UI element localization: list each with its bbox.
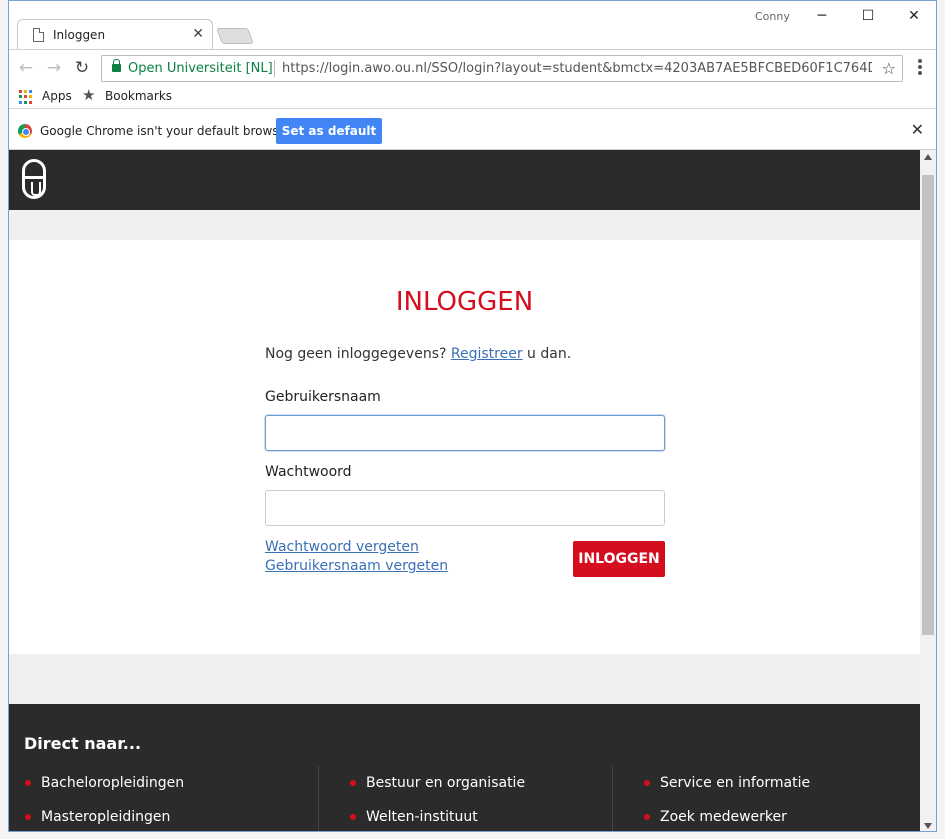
footer-spacer	[9, 654, 920, 704]
footer-column-3: Service en informatie Zoek medewerker	[642, 766, 810, 831]
footer-link-bestuur[interactable]: Bestuur en organisatie	[348, 766, 525, 800]
chrome-logo-icon	[18, 124, 32, 138]
minimize-button[interactable]: ─	[799, 1, 845, 31]
new-tab-button[interactable]	[216, 28, 254, 44]
password-field[interactable]	[265, 490, 665, 526]
scrollbar-thumb[interactable]	[922, 175, 934, 635]
tab-close-icon[interactable]: ✕	[192, 26, 204, 42]
login-button[interactable]: INLOGGEN	[573, 541, 665, 577]
reload-icon[interactable]: ↻	[71, 57, 93, 79]
footer-link-zoek[interactable]: Zoek medewerker	[642, 800, 810, 831]
footer-link-master[interactable]: Masteropleidingen	[23, 800, 184, 831]
footer-column-2: Bestuur en organisatie Welten-instituut	[348, 766, 525, 831]
footer-link-welten[interactable]: Welten-instituut	[348, 800, 525, 831]
bookmark-star-icon[interactable]: ☆	[882, 59, 896, 78]
tab-title: Inloggen	[53, 28, 106, 42]
footer-divider	[612, 766, 613, 831]
page-scrollbar[interactable]	[920, 150, 936, 831]
back-arrow-icon[interactable]: ←	[15, 57, 37, 79]
browser-window: Inloggen ✕ Conny ─ ☐ ✕ ← → ↻ Open Univer…	[8, 0, 937, 832]
page-content: INLOGGEN Nog geen inloggegevens? Registr…	[9, 150, 920, 831]
username-field[interactable]	[265, 415, 665, 451]
lock-icon	[112, 59, 121, 72]
header-spacer	[9, 210, 920, 240]
bookmarks-link[interactable]: Bookmarks	[105, 89, 172, 103]
forward-arrow-icon[interactable]: →	[43, 57, 65, 79]
set-as-default-button[interactable]: Set as default	[276, 118, 382, 144]
site-identity[interactable]: Open Universiteit [NL]	[128, 61, 273, 76]
footer-link-service[interactable]: Service en informatie	[642, 766, 810, 800]
infobar-message: Google Chrome isn't your default browser…	[40, 124, 294, 138]
bookmarks-bar: Apps ★ Bookmarks	[9, 85, 936, 109]
register-info: Nog geen inloggegevens? Registreer u dan…	[265, 346, 571, 362]
site-header	[9, 150, 920, 210]
maximize-button[interactable]: ☐	[845, 1, 891, 31]
footer-link-bachelor[interactable]: Bacheloropleidingen	[23, 766, 184, 800]
page-icon	[33, 28, 44, 42]
page-title: INLOGGEN	[395, 287, 534, 317]
apps-link[interactable]: Apps	[42, 89, 72, 103]
browser-toolbar: ← → ↻ Open Universiteit [NL] https://log…	[9, 49, 936, 85]
register-suffix: u dan.	[522, 346, 572, 362]
password-label: Wachtwoord	[265, 464, 352, 480]
register-link[interactable]: Registreer	[451, 346, 523, 362]
omnibox-divider	[274, 60, 275, 77]
infobar-close-icon[interactable]: ✕	[911, 120, 924, 139]
url-text[interactable]: https://login.awo.ou.nl/SSO/login?layout…	[282, 61, 872, 76]
profile-name[interactable]: Conny	[755, 10, 790, 23]
forgot-username-link[interactable]: Gebruikersnaam vergeten	[265, 558, 448, 574]
username-label: Gebruikersnaam	[265, 389, 381, 405]
login-panel: INLOGGEN Nog geen inloggegevens? Registr…	[9, 240, 920, 654]
footer-divider	[318, 766, 319, 831]
address-bar[interactable]: Open Universiteit [NL] https://login.awo…	[101, 55, 903, 82]
browser-tab[interactable]: Inloggen ✕	[17, 19, 213, 49]
scroll-up-icon[interactable]	[924, 154, 932, 160]
register-prefix: Nog geen inloggegevens?	[265, 346, 451, 362]
title-bar: Inloggen ✕ Conny ─ ☐ ✕	[9, 1, 936, 49]
chrome-menu-icon[interactable]	[918, 58, 924, 78]
ou-logo-icon[interactable]	[22, 159, 46, 199]
footer-column-1: Bacheloropleidingen Masteropleidingen	[23, 766, 184, 831]
apps-grid-icon[interactable]	[19, 90, 33, 104]
footer-heading: Direct naar...	[24, 734, 142, 753]
close-window-button[interactable]: ✕	[891, 1, 936, 31]
bookmarks-star-icon: ★	[82, 86, 96, 104]
forgot-password-link[interactable]: Wachtwoord vergeten	[265, 539, 419, 555]
site-footer: Direct naar... Bacheloropleidingen Maste…	[9, 704, 920, 831]
scroll-down-icon[interactable]	[924, 823, 932, 829]
default-browser-infobar: Google Chrome isn't your default browser…	[9, 110, 936, 150]
